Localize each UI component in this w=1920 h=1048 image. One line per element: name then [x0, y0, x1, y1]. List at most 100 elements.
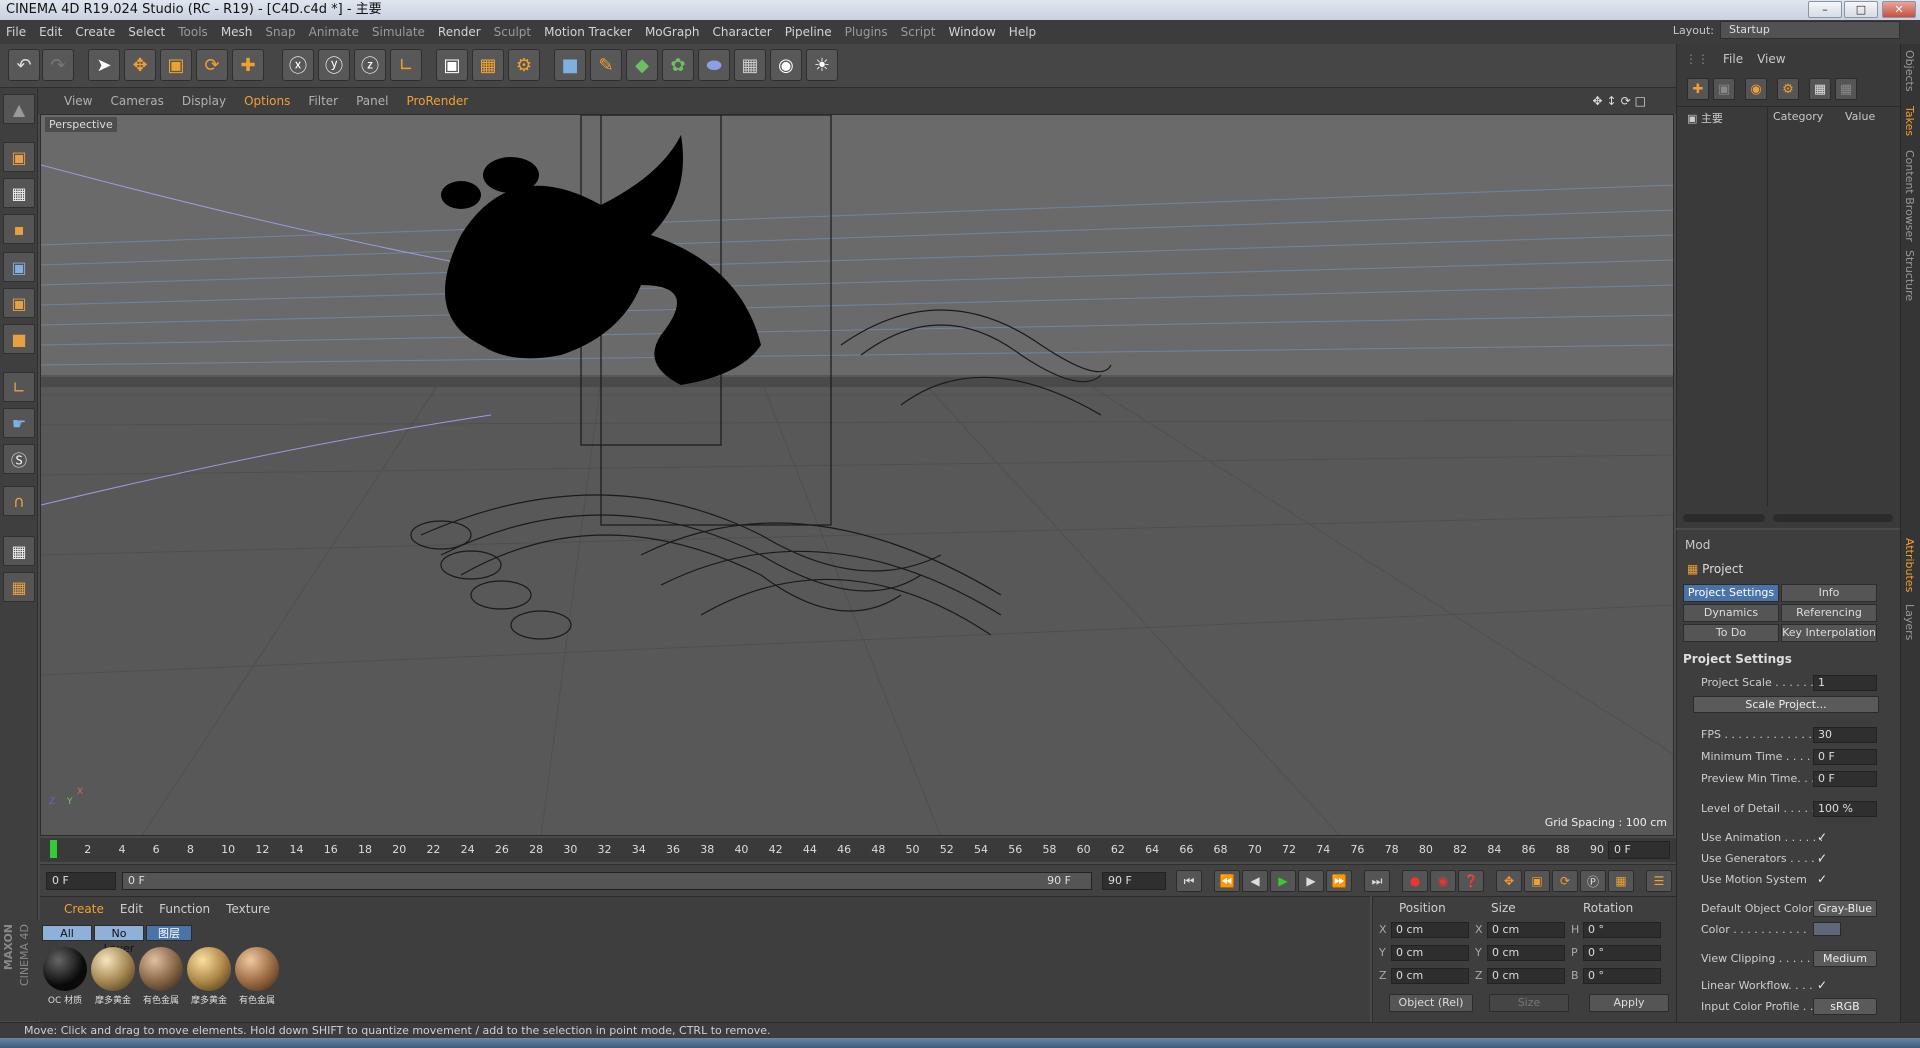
take-lock-icon[interactable]: ▦ [1835, 78, 1857, 100]
playhead[interactable] [50, 840, 57, 858]
deformer-icon[interactable]: ⬬ [698, 49, 730, 81]
menu-animate[interactable]: Animate [309, 25, 359, 39]
linear-workflow-checkbox[interactable]: ✓ [1817, 978, 1827, 992]
redo-icon[interactable]: ↷ [42, 49, 74, 81]
lod-field[interactable]: 100 % [1813, 801, 1877, 817]
menu-mesh[interactable]: Mesh [221, 25, 253, 39]
move-icon[interactable]: ✥ [124, 49, 156, 81]
menu-sculpt[interactable]: Sculpt [494, 25, 531, 39]
render-settings-icon[interactable]: ⚙ [508, 49, 540, 81]
cloner-icon[interactable]: ✿ [662, 49, 694, 81]
key-rotation-icon[interactable]: ⟳ [1552, 870, 1578, 892]
horizontal-scrollbar[interactable] [1773, 514, 1893, 522]
color-swatch[interactable] [1813, 922, 1841, 936]
next-frame-icon[interactable]: ▶ [1298, 870, 1324, 892]
solo-icon[interactable]: Ⓢ [3, 444, 35, 474]
vp-menu-prorender[interactable]: ProRender [406, 94, 468, 108]
workplane-lock-icon[interactable]: ▦ [3, 536, 35, 566]
filter-no-layer-tab[interactable]: No Layer [94, 925, 144, 955]
take-new-icon[interactable]: ✚ [1687, 78, 1709, 100]
tab-layers[interactable]: Layers [1903, 604, 1916, 640]
start-frame-field[interactable]: 0 F [46, 872, 116, 890]
vp-menu-options[interactable]: Options [244, 94, 290, 108]
menu-simulate[interactable]: Simulate [372, 25, 425, 39]
undo-icon[interactable]: ↶ [8, 49, 40, 81]
key-scale-icon[interactable]: ▣ [1524, 870, 1550, 892]
position-y-field[interactable]: 0 cm [1391, 945, 1469, 961]
tab-objects[interactable]: Objects [1903, 50, 1916, 92]
render-view-icon[interactable]: ▣ [436, 49, 468, 81]
play-icon[interactable]: ▶ [1270, 870, 1296, 892]
edges-mode-icon[interactable]: ▣ [3, 288, 35, 318]
key-pla-icon[interactable]: ▦ [1608, 870, 1634, 892]
cube-icon[interactable]: ■ [554, 49, 586, 81]
vp-menu-cameras[interactable]: Cameras [110, 94, 163, 108]
workplane-mode-icon[interactable]: ▪ [3, 214, 35, 244]
size-z-field[interactable]: 0 cm [1487, 968, 1565, 984]
om-menu-view[interactable]: View [1757, 52, 1785, 66]
menu-edit[interactable]: Edit [39, 25, 62, 39]
tab-referencing[interactable]: Referencing [1781, 604, 1877, 622]
range-slider[interactable]: 0 F 90 F [122, 872, 1092, 890]
vp-menu-view[interactable]: View [64, 94, 92, 108]
default-color-dropdown[interactable]: Gray-Blue [1813, 900, 1877, 917]
material-item[interactable]: 摩多黄金 [186, 947, 232, 1009]
y-axis-lock-icon[interactable]: ⓨ [318, 49, 350, 81]
tab-to-do[interactable]: To Do [1683, 624, 1779, 642]
value-column[interactable]: Value [1845, 110, 1875, 123]
view-clipping-dropdown[interactable]: Medium [1813, 950, 1877, 967]
input-profile-dropdown[interactable]: sRGB [1813, 998, 1877, 1015]
texture-mode-icon[interactable]: ▦ [3, 178, 35, 208]
end-frame-field[interactable]: 90 F [1102, 872, 1166, 890]
layout-dropdown[interactable]: Startup [1720, 21, 1900, 39]
filter-all-tab[interactable]: All [42, 925, 92, 941]
current-frame-field[interactable]: 0 F [1608, 841, 1670, 859]
position-z-field[interactable]: 0 cm [1391, 968, 1469, 984]
light-icon[interactable]: ☀ [806, 49, 838, 81]
viewport-nav-icons[interactable]: ✥↕⟳□ [1592, 94, 1650, 108]
make-editable-icon[interactable]: ▲ [3, 94, 35, 124]
tab-dynamics[interactable]: Dynamics [1683, 604, 1779, 622]
mat-menu-texture[interactable]: Texture [226, 902, 270, 916]
menu-motion-tracker[interactable]: Motion Tracker [544, 25, 632, 39]
take-auto-icon[interactable]: ⚙ [1777, 78, 1799, 100]
perspective-viewport[interactable]: Perspective Grid Spacing : 100 cm Y X Z [40, 114, 1674, 836]
material-item[interactable]: 有色金属 [234, 947, 280, 1009]
menu-create[interactable]: Create [75, 25, 115, 39]
scale-icon[interactable]: ▣ [160, 49, 192, 81]
pen-icon[interactable]: ✎ [590, 49, 622, 81]
material-item[interactable]: 摩多黄金 [90, 947, 136, 1009]
selection-icon[interactable]: ➤ [88, 49, 120, 81]
snap-icon[interactable]: ∩ [3, 486, 35, 516]
size-x-field[interactable]: 0 cm [1487, 922, 1565, 938]
category-column[interactable]: Category [1773, 110, 1823, 123]
subdivision-icon[interactable]: ◆ [626, 49, 658, 81]
use-animation-checkbox[interactable]: ✓ [1817, 830, 1827, 844]
size-mode-dropdown[interactable]: Size [1489, 994, 1569, 1012]
project-scale-field[interactable]: 1 [1813, 675, 1877, 691]
tab-structure[interactable]: Structure [1903, 250, 1916, 301]
axis-mode-icon[interactable]: ∟ [3, 372, 35, 402]
render-picture-viewer-icon[interactable]: ▦ [472, 49, 504, 81]
tab-attributes[interactable]: Attributes [1903, 538, 1916, 592]
camera-label[interactable]: Perspective [45, 117, 117, 132]
z-axis-lock-icon[interactable]: ⓩ [354, 49, 386, 81]
use-motion-checkbox[interactable]: ✓ [1817, 872, 1827, 886]
main-take-item[interactable]: ▣ 主要 [1687, 110, 1723, 126]
key-parameter-icon[interactable]: Ⓟ [1580, 870, 1606, 892]
menu-mograph[interactable]: MoGraph [645, 25, 700, 39]
attr-mode-menu[interactable]: Mod [1685, 538, 1710, 552]
timeline-ruler[interactable]: 0246810121416182022242628303234363840424… [40, 838, 1676, 862]
timeline-layout-icon[interactable]: ☰ [1646, 870, 1672, 892]
menu-snap[interactable]: Snap [265, 25, 295, 39]
menu-character[interactable]: Character [712, 25, 771, 39]
size-y-field[interactable]: 0 cm [1487, 945, 1565, 961]
tweak-mode-icon[interactable]: ☛ [3, 408, 35, 438]
mat-menu-create[interactable]: Create [64, 902, 104, 916]
menu-pipeline[interactable]: Pipeline [785, 25, 832, 39]
rotate-icon[interactable]: ⟳ [196, 49, 228, 81]
floor-icon[interactable]: ▦ [734, 49, 766, 81]
polygons-mode-icon[interactable]: ■ [3, 324, 35, 354]
close-button[interactable]: ✕ [1882, 1, 1916, 18]
take-render-icon[interactable]: ▦ [1809, 78, 1831, 100]
